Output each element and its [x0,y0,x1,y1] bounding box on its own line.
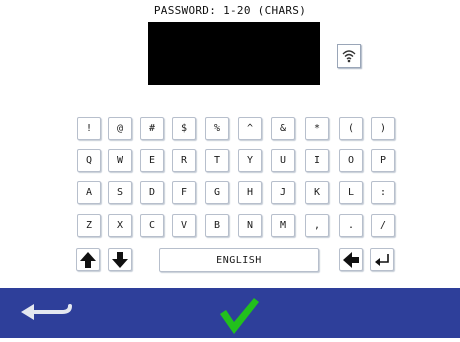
back-return-icon [21,304,72,320]
key[interactable]: @ [108,117,132,140]
key[interactable]: B [205,214,229,237]
key[interactable]: P [371,149,395,172]
key[interactable]: # [140,117,164,140]
key[interactable]: ! [77,117,101,140]
key[interactable]: Y [238,149,262,172]
enter-return-icon [375,253,389,266]
wifi-icon [342,50,356,63]
key[interactable]: : [371,181,395,204]
key[interactable]: Z [77,214,101,237]
backspace-key[interactable] [339,248,363,271]
key[interactable]: * [305,117,329,140]
key[interactable]: & [271,117,295,140]
show-password-button[interactable] [337,44,361,68]
password-field[interactable] [148,22,320,85]
language-key[interactable]: ENGLISH [159,248,319,272]
key[interactable]: H [238,181,262,204]
key[interactable]: A [77,181,101,204]
key[interactable]: G [205,181,229,204]
key[interactable]: U [271,149,295,172]
key[interactable]: E [140,149,164,172]
key[interactable]: V [172,214,196,237]
key[interactable]: I [305,149,329,172]
back-button[interactable] [18,298,76,326]
key[interactable]: K [305,181,329,204]
checkmark-icon [220,298,259,334]
key[interactable]: L [339,181,363,204]
enter-key[interactable] [370,248,394,271]
key[interactable]: C [140,214,164,237]
bottom-bar [0,288,460,338]
confirm-button[interactable] [212,288,264,338]
key[interactable]: T [205,149,229,172]
key[interactable]: S [108,181,132,204]
key[interactable]: R [172,149,196,172]
key[interactable]: N [238,214,262,237]
key[interactable]: J [271,181,295,204]
key[interactable]: $ [172,117,196,140]
key[interactable]: . [339,214,363,237]
up-arrow-icon [80,251,96,268]
key[interactable]: F [172,181,196,204]
shift-up-key[interactable] [76,248,100,271]
key[interactable]: O [339,149,363,172]
key[interactable]: / [371,214,395,237]
key[interactable]: ) [371,117,395,140]
key[interactable]: M [271,214,295,237]
key[interactable]: Q [77,149,101,172]
key[interactable]: X [108,214,132,237]
key[interactable]: , [305,214,329,237]
down-arrow-icon [112,251,128,268]
key[interactable]: D [140,181,164,204]
key[interactable]: ^ [238,117,262,140]
key[interactable]: % [205,117,229,140]
key[interactable]: W [108,149,132,172]
key[interactable]: ( [339,117,363,140]
left-arrow-icon [343,251,359,268]
shift-down-key[interactable] [108,248,132,271]
page-title: PASSWORD: 1-20 (CHARS) [153,4,307,17]
